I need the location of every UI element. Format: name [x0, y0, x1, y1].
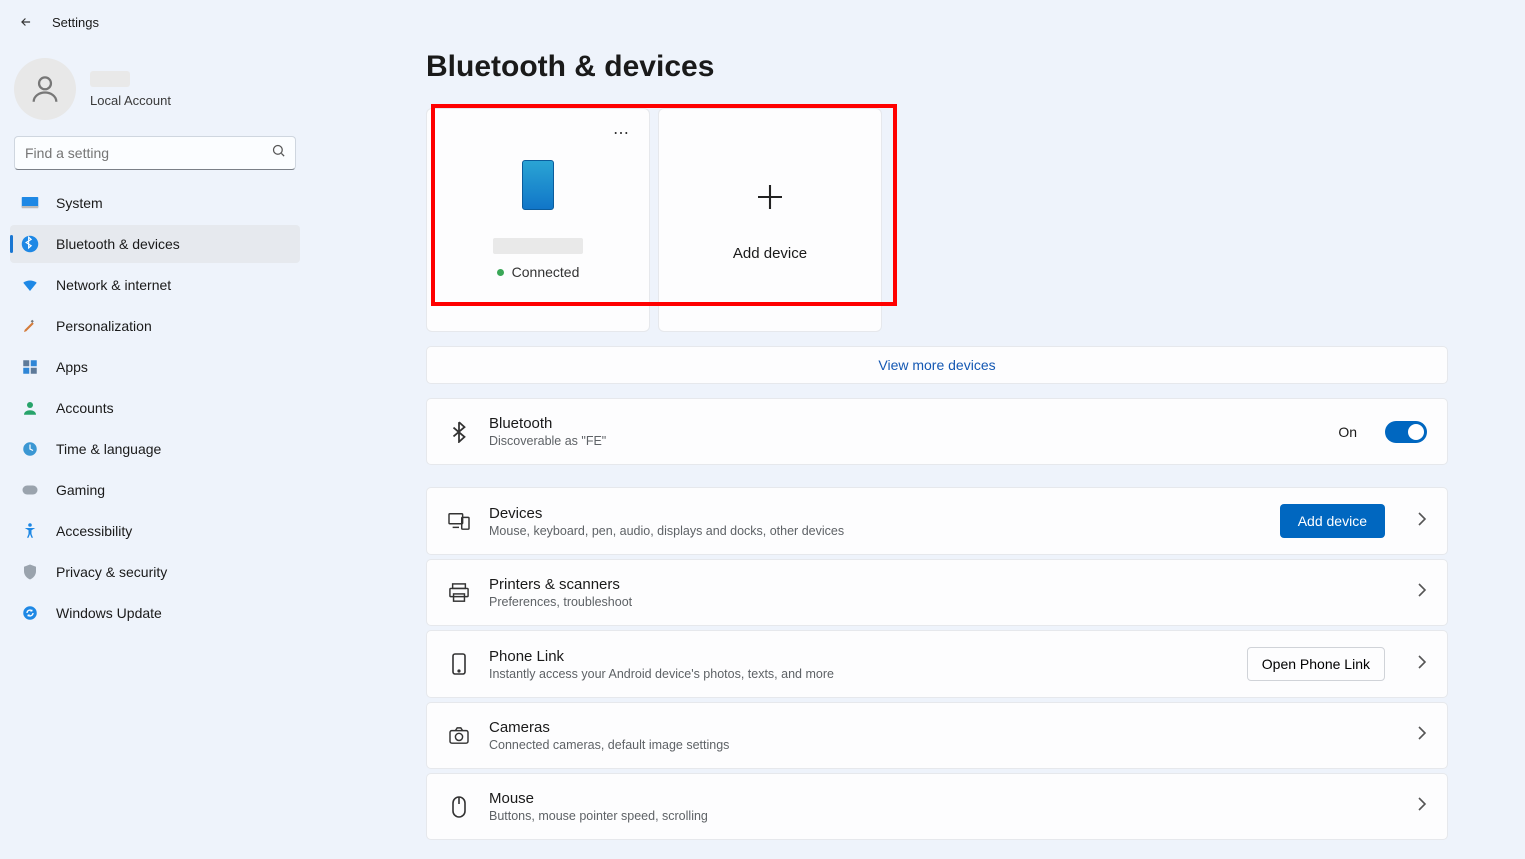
chevron-right-icon [1403, 797, 1427, 816]
search-input[interactable] [14, 136, 296, 170]
mouse-icon [447, 796, 471, 818]
update-icon [20, 603, 40, 623]
add-device-label: Add device [733, 245, 807, 262]
sidebar-item-label: Privacy & security [56, 564, 167, 580]
sidebar-item-label: Personalization [56, 318, 152, 334]
chevron-right-icon [1403, 512, 1427, 531]
setting-title: Printers & scanners [489, 576, 1385, 593]
add-device-button[interactable]: Add device [1280, 504, 1385, 538]
sidebar-item-accessibility[interactable]: Accessibility [10, 512, 300, 550]
sidebar-item-system[interactable]: System [10, 184, 300, 222]
device-cards-row: ⋯ Device Connected Add device [426, 108, 1525, 332]
sidebar-item-label: Windows Update [56, 605, 162, 621]
sidebar-item-label: System [56, 195, 103, 211]
profile-name: User [90, 71, 130, 87]
sidebar-item-gaming[interactable]: Gaming [10, 471, 300, 509]
phone-icon [522, 160, 554, 210]
page-title: Bluetooth & devices [426, 50, 1525, 84]
sidebar-item-label: Network & internet [56, 277, 171, 293]
sidebar-item-privacy[interactable]: Privacy & security [10, 553, 300, 591]
camera-icon [447, 727, 471, 745]
paired-device-card[interactable]: ⋯ Device Connected [426, 108, 650, 332]
sidebar-item-bluetooth-devices[interactable]: Bluetooth & devices [10, 225, 300, 263]
sidebar-item-network[interactable]: Network & internet [10, 266, 300, 304]
back-button[interactable] [18, 14, 34, 30]
wifi-icon [20, 275, 40, 295]
setting-sub: Mouse, keyboard, pen, audio, displays an… [489, 524, 1262, 538]
sidebar-item-label: Accounts [56, 400, 114, 416]
more-menu-button[interactable]: ⋯ [613, 123, 631, 143]
plus-icon [752, 179, 788, 215]
toggle-state-label: On [1338, 424, 1357, 440]
globe-clock-icon [20, 439, 40, 459]
setting-title: Cameras [489, 719, 1385, 736]
setting-sub: Discoverable as "FE" [489, 434, 1320, 448]
sidebar-item-accounts[interactable]: Accounts [10, 389, 300, 427]
phone-icon [447, 653, 471, 675]
sidebar-item-time-language[interactable]: Time & language [10, 430, 300, 468]
chevron-right-icon [1403, 726, 1427, 745]
app-title: Settings [52, 15, 99, 30]
setting-title: Phone Link [489, 648, 1229, 665]
gamepad-icon [20, 480, 40, 500]
add-device-card[interactable]: Add device [658, 108, 882, 332]
profile-sub: Local Account [90, 93, 171, 108]
device-status: Connected [512, 264, 580, 280]
sidebar-item-label: Bluetooth & devices [56, 236, 180, 252]
devices-row[interactable]: Devices Mouse, keyboard, pen, audio, dis… [426, 487, 1448, 555]
view-more-link-text[interactable]: View more devices [878, 357, 995, 373]
setting-sub: Instantly access your Android device's p… [489, 667, 1229, 681]
person-icon [20, 398, 40, 418]
chevron-right-icon [1403, 583, 1427, 602]
cameras-row[interactable]: Cameras Connected cameras, default image… [426, 702, 1448, 769]
sidebar-item-label: Accessibility [56, 523, 132, 539]
bluetooth-icon [20, 234, 40, 254]
printers-row[interactable]: Printers & scanners Preferences, trouble… [426, 559, 1448, 626]
setting-title: Mouse [489, 790, 1385, 807]
search-icon [271, 143, 286, 163]
sidebar-item-label: Gaming [56, 482, 105, 498]
phone-link-row[interactable]: Phone Link Instantly access your Android… [426, 630, 1448, 698]
open-phone-link-button[interactable]: Open Phone Link [1247, 647, 1385, 681]
setting-sub: Buttons, mouse pointer speed, scrolling [489, 809, 1385, 823]
system-icon [20, 193, 40, 213]
mouse-row[interactable]: Mouse Buttons, mouse pointer speed, scro… [426, 773, 1448, 840]
sidebar-item-personalization[interactable]: Personalization [10, 307, 300, 345]
bluetooth-toggle[interactable] [1385, 421, 1427, 443]
avatar [14, 58, 76, 120]
apps-icon [20, 357, 40, 377]
chevron-right-icon [1403, 655, 1427, 674]
setting-sub: Connected cameras, default image setting… [489, 738, 1385, 752]
sidebar-item-label: Time & language [56, 441, 161, 457]
bluetooth-glyph-icon [447, 421, 471, 443]
setting-title: Devices [489, 505, 1262, 522]
sidebar-item-label: Apps [56, 359, 88, 375]
printer-icon [447, 583, 471, 603]
profile-block[interactable]: User Local Account [0, 44, 310, 130]
devices-icon [447, 511, 471, 531]
status-dot-icon [497, 269, 504, 276]
shield-icon [20, 562, 40, 582]
setting-sub: Preferences, troubleshoot [489, 595, 1385, 609]
brush-icon [20, 316, 40, 336]
bluetooth-toggle-row: Bluetooth Discoverable as "FE" On [426, 398, 1448, 465]
accessibility-icon [20, 521, 40, 541]
device-name: Device [493, 238, 583, 254]
view-more-devices-link[interactable]: View more devices [426, 346, 1448, 384]
setting-title: Bluetooth [489, 415, 1320, 432]
sidebar-item-apps[interactable]: Apps [10, 348, 300, 386]
sidebar-item-windows-update[interactable]: Windows Update [10, 594, 300, 632]
